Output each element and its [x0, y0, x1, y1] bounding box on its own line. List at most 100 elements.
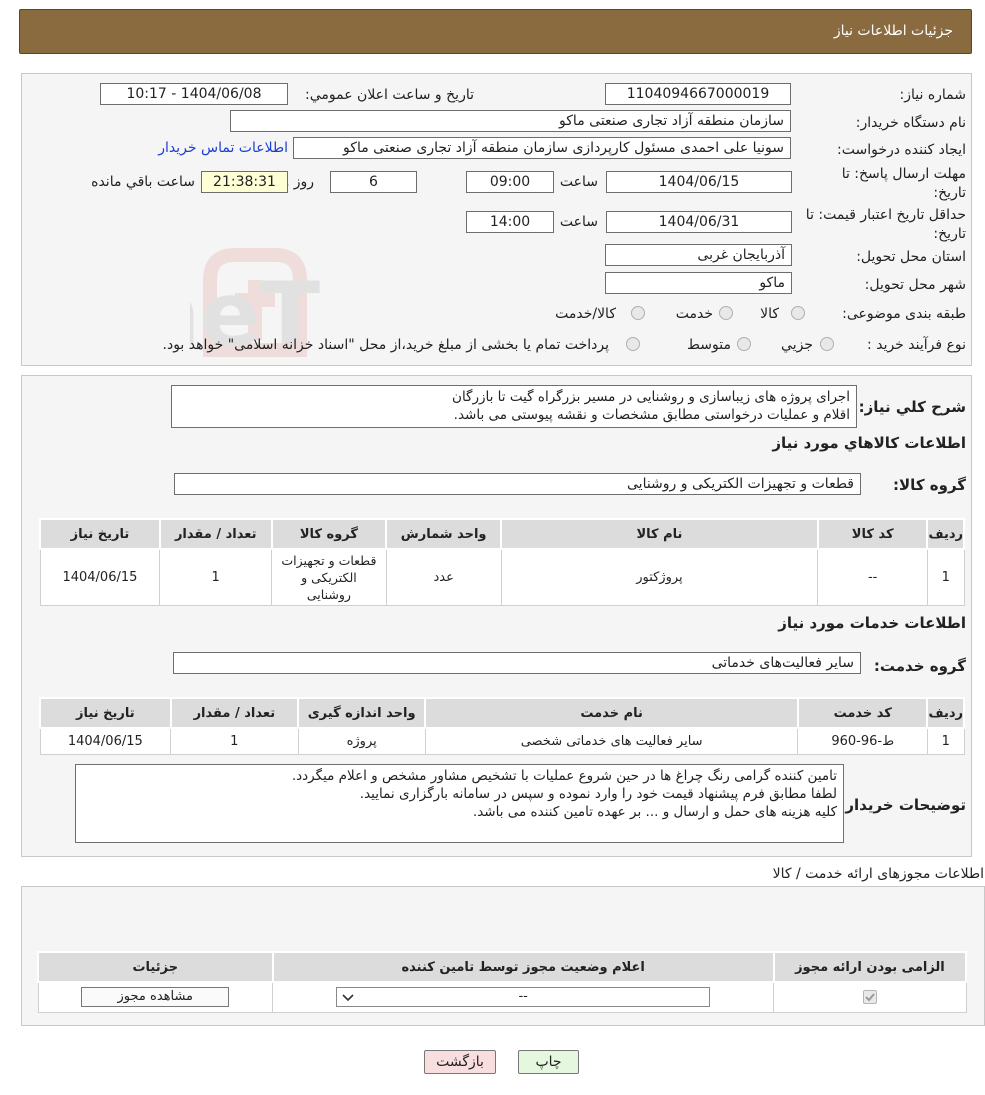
goods-col-name: نام کالا [500, 518, 819, 550]
permits-col-status: اعلام وضعیت مجوز توسط تامین کننده [271, 951, 775, 983]
city-field: ماکو [605, 272, 792, 294]
permits-title: اطلاعات مجوزهای ارائه خدمت / کالا [772, 866, 984, 882]
category-option-both: کالا/خدمت [555, 306, 616, 322]
category-radio-goods[interactable] [791, 306, 805, 320]
permits-table: الزامی بودن ارائه مجوز اعلام وضعیت مجوز … [37, 951, 968, 1013]
services-table: ردیف کد خدمت نام خدمت واحد اندازه گیری ت… [39, 697, 965, 755]
process-option-medium: متوسط [687, 337, 731, 353]
permit-status-select[interactable]: -- [336, 987, 711, 1008]
remaining-label: ساعت باقي مانده [91, 174, 195, 190]
deadline-time-label: ساعت [559, 174, 598, 190]
deadline-date-field: 1404/06/15 [606, 171, 792, 193]
goods-table-header: ردیف کد کالا نام کالا واحد شمارش گروه کا… [39, 518, 965, 550]
services-table-header: ردیف کد خدمت نام خدمت واحد اندازه گیری ت… [39, 697, 965, 729]
goods-cell-code: -- [817, 548, 928, 606]
services-cell-qty: 1 [170, 727, 299, 755]
remaining-time-field: 21:38:31 [201, 171, 288, 193]
process-note: پرداخت تمام یا بخشی از مبلغ خرید،از محل … [162, 337, 609, 353]
goods-group-field: قطعات و تجهیزات الکتریکی و روشنایی [174, 473, 861, 495]
days-field: 6 [330, 171, 417, 193]
service-group-field: سایر فعالیت‌های خدماتی [173, 652, 861, 674]
process-checkbox-treasury[interactable] [626, 337, 640, 351]
goods-cell-row: 1 [926, 548, 965, 606]
goods-col-code: کد کالا [816, 518, 929, 550]
services-cell-row: 1 [926, 727, 965, 755]
services-cell-name: سایر فعالیت های خدماتی شخصی [424, 727, 799, 755]
need-number-field: 1104094667000019 [605, 83, 791, 105]
print-button[interactable]: چاپ [518, 1050, 579, 1074]
back-button[interactable]: بازگشت [424, 1050, 496, 1074]
summary-textarea[interactable]: اجرای پروژه های زیباسازی و روشنایی در مس… [171, 385, 857, 428]
validity-date-field: 1404/06/31 [606, 211, 792, 233]
service-group-label: گروه خدمت: [873, 657, 966, 675]
creator-field: سونیا علی احمدی مسئول کارپردازی سازمان م… [293, 137, 791, 159]
deadline-label: مهلت ارسال پاسخ: تا تاریخ: [841, 166, 966, 201]
category-radio-service[interactable] [719, 306, 733, 320]
creator-label: ایجاد کننده درخواست: [837, 142, 966, 158]
announce-label: تاریخ و ساعت اعلان عمومي: [305, 87, 474, 103]
goods-table: ردیف کد کالا نام کالا واحد شمارش گروه کا… [39, 518, 965, 606]
goods-col-date: تاریخ نیاز [39, 518, 161, 550]
category-option-service: خدمت [675, 306, 713, 322]
category-label: طبقه بندی موضوعی: [842, 306, 966, 322]
permits-col-details: جزئیات [37, 951, 274, 983]
process-radio-minor[interactable] [820, 337, 834, 351]
validity-label: حداقل تاریخ اعتبار قیمت: تا تاریخ: [805, 207, 966, 242]
services-col-code: کد خدمت [796, 697, 929, 729]
validity-time-label: ساعت [559, 214, 598, 230]
process-option-minor: جزیي [781, 337, 813, 353]
province-field: آذربایجان غربی [605, 244, 792, 266]
permits-cell-status: -- [272, 981, 775, 1013]
announce-field: 1404/06/08 - 10:17 [100, 83, 288, 105]
services-col-date: تاریخ نیاز [39, 697, 172, 729]
services-cell-unit: پروژه [297, 727, 426, 755]
buyer-org-label: نام دستگاه خریدار: [855, 115, 966, 131]
services-cell-date: 1404/06/15 [39, 727, 172, 755]
category-option-goods: کالا [760, 306, 779, 322]
buyer-notes-label: توضیحات خریدار: [839, 796, 966, 814]
permits-cell-required [773, 981, 967, 1013]
need-number-label: شماره نیاز: [899, 87, 967, 103]
goods-col-unit: واحد شمارش [385, 518, 503, 550]
services-col-unit: واحد اندازه گیری [296, 697, 427, 729]
city-label: شهر محل تحویل: [864, 277, 966, 293]
process-label: نوع فرآیند خرید : [867, 337, 966, 353]
page-header: جزئیات اطلاعات نیاز [19, 9, 972, 54]
table-row: 1 ط-96-960 سایر فعالیت های خدماتی شخصی پ… [39, 727, 965, 755]
chevron-down-icon [342, 994, 354, 1002]
goods-col-qty: تعداد / مقدار [158, 518, 273, 550]
goods-cell-qty: 1 [159, 548, 273, 606]
services-col-qty: تعداد / مقدار [169, 697, 300, 729]
permits-col-required: الزامی بودن ارائه مجوز [772, 951, 968, 983]
goods-group-label: گروه کالا: [893, 476, 966, 494]
goods-cell-unit: عدد [385, 548, 502, 606]
goods-col-group: گروه کالا [270, 518, 388, 550]
goods-section-title: اطلاعات کالاهاي مورد نياز [772, 434, 966, 452]
services-section-title: اطلاعات خدمات مورد نياز [778, 614, 966, 632]
deadline-time-field: 09:00 [466, 171, 554, 193]
buyer-contact-link[interactable]: اطلاعات تماس خریدار [158, 140, 288, 156]
buyer-org-field: سازمان منطقه آزاد تجاری صنعتی ماکو [230, 110, 791, 132]
summary-label: شرح کلي نیاز: [858, 398, 966, 416]
permits-cell-details: مشاهده مجوز [37, 981, 274, 1013]
province-label: استان محل تحویل: [856, 249, 966, 265]
buyer-notes-textarea[interactable]: تامین کننده گرامی رنگ چراغ ها در حین شرو… [75, 764, 844, 843]
permit-status-value: -- [518, 989, 528, 1005]
view-permit-button[interactable]: مشاهده مجوز [81, 987, 230, 1008]
process-radio-medium[interactable] [737, 337, 751, 351]
validity-time-field: 14:00 [466, 211, 554, 233]
goods-cell-date: 1404/06/15 [39, 548, 161, 606]
services-cell-code: ط-96-960 [797, 727, 928, 755]
permits-table-header: الزامی بودن ارائه مجوز اعلام وضعیت مجوز … [37, 951, 968, 983]
goods-cell-name: پروژکتور [500, 548, 819, 606]
check-icon [865, 993, 875, 1002]
table-row: 1 -- پروژکتور عدد قطعات و تجهیزات الکتری… [39, 548, 965, 606]
services-col-row: ردیف [926, 697, 965, 729]
goods-col-row: ردیف [926, 518, 965, 550]
required-checkbox[interactable] [862, 990, 877, 1005]
table-row: -- مشاهده مجوز [37, 981, 967, 1013]
goods-cell-group: قطعات و تجهیزات الکتریکی و روشنایی [271, 548, 387, 606]
page-title: جزئیات اطلاعات نیاز [833, 23, 953, 39]
services-col-name: نام خدمت [424, 697, 799, 729]
category-radio-both[interactable] [631, 306, 645, 320]
